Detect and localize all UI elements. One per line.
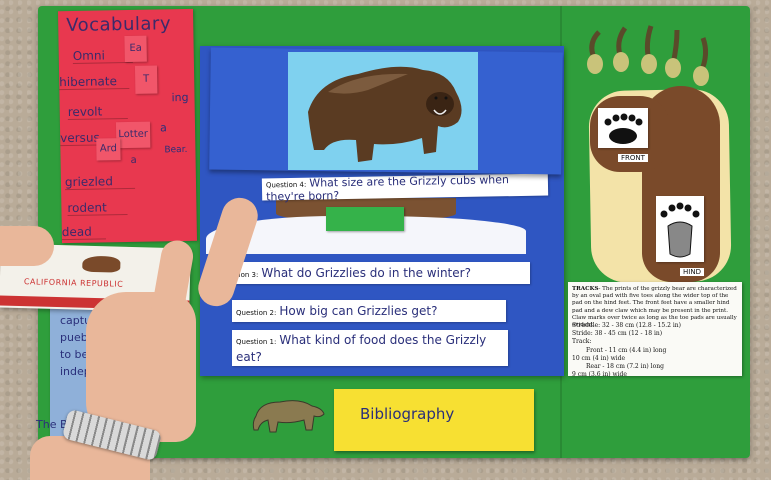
front-print-card: [598, 108, 648, 148]
question-3-strip[interactable]: Question 3:What do Grizzlies do in the w…: [214, 262, 530, 284]
green-pull-tab[interactable]: [326, 207, 404, 231]
vocabulary-panel: Vocabulary Omni hibernate revolt versus …: [57, 8, 198, 244]
measurement-line: Stride: 38 - 45 cm (12 - 18 in): [572, 330, 663, 338]
question-2-strip[interactable]: Question 2: How big can Grizzlies get?: [232, 300, 506, 322]
hind-label: HIND: [680, 268, 704, 276]
vocab-flap[interactable]: Lotter a: [115, 121, 151, 166]
vocab-margin-mark: Bear.: [164, 144, 188, 156]
flag-bear-icon: [82, 255, 121, 273]
question-text: How big can Grizzlies get?: [279, 304, 438, 318]
question-label: Question 1:: [236, 338, 277, 346]
measurement-line: 9 cm (3.6 in) wide: [572, 371, 627, 379]
question-label: Question 2:: [236, 309, 277, 317]
question-text: What do Grizzlies do in the winter?: [261, 266, 471, 280]
flag-banner-text: CALIFORNIA REPUBLIC: [23, 277, 124, 289]
left-hand: [0, 226, 54, 266]
vocab-word: dead: [61, 224, 106, 241]
measurement-line: 10 cm (4 in) wide: [572, 354, 626, 362]
question-1-strip[interactable]: Question 1: What kind of food does the Gr…: [232, 330, 508, 366]
bibliography-label: Bibliography: [360, 405, 455, 423]
vocab-word: rodent: [67, 200, 128, 217]
claw-marks-icon: [587, 25, 709, 86]
vocab-word: griezled: [64, 173, 136, 191]
tracks-measurements: Straddle: 32 - 38 cm (12.8 - 15.2 in) St…: [572, 322, 740, 379]
front-label: FRONT: [618, 154, 648, 162]
front-paw-icon: [604, 113, 643, 144]
vocab-flap[interactable]: Ard: [96, 138, 121, 161]
vocabulary-title: Vocabulary: [66, 13, 172, 37]
measurement-line: Rear - 18 cm (7.2 in) long: [586, 363, 664, 371]
measurement-line: Front - 11 cm (4.4 in) long: [586, 346, 667, 354]
hind-paw-icon: [660, 202, 700, 258]
measurement-line: Track:: [572, 338, 592, 346]
grizzly-bear-photo: [288, 52, 478, 170]
vocab-margin-mark: ing: [171, 90, 189, 105]
grizzly-bear-image: [288, 52, 478, 170]
bear-sketch-icon: [252, 400, 325, 433]
hind-print-card: [656, 196, 704, 262]
tracks-heading: TRACKS: [572, 286, 599, 292]
vocab-margin-mark: a: [159, 121, 167, 135]
vocab-flap[interactable]: Ea: [124, 35, 147, 63]
question-label: Question 4:: [265, 180, 307, 190]
measurement-line: Straddle: 32 - 38 cm (12.8 - 15.2 in): [572, 322, 681, 329]
vocab-word: revolt: [67, 103, 128, 121]
vocab-flap[interactable]: T: [134, 65, 158, 94]
vocab-word: hibernate: [59, 73, 130, 91]
